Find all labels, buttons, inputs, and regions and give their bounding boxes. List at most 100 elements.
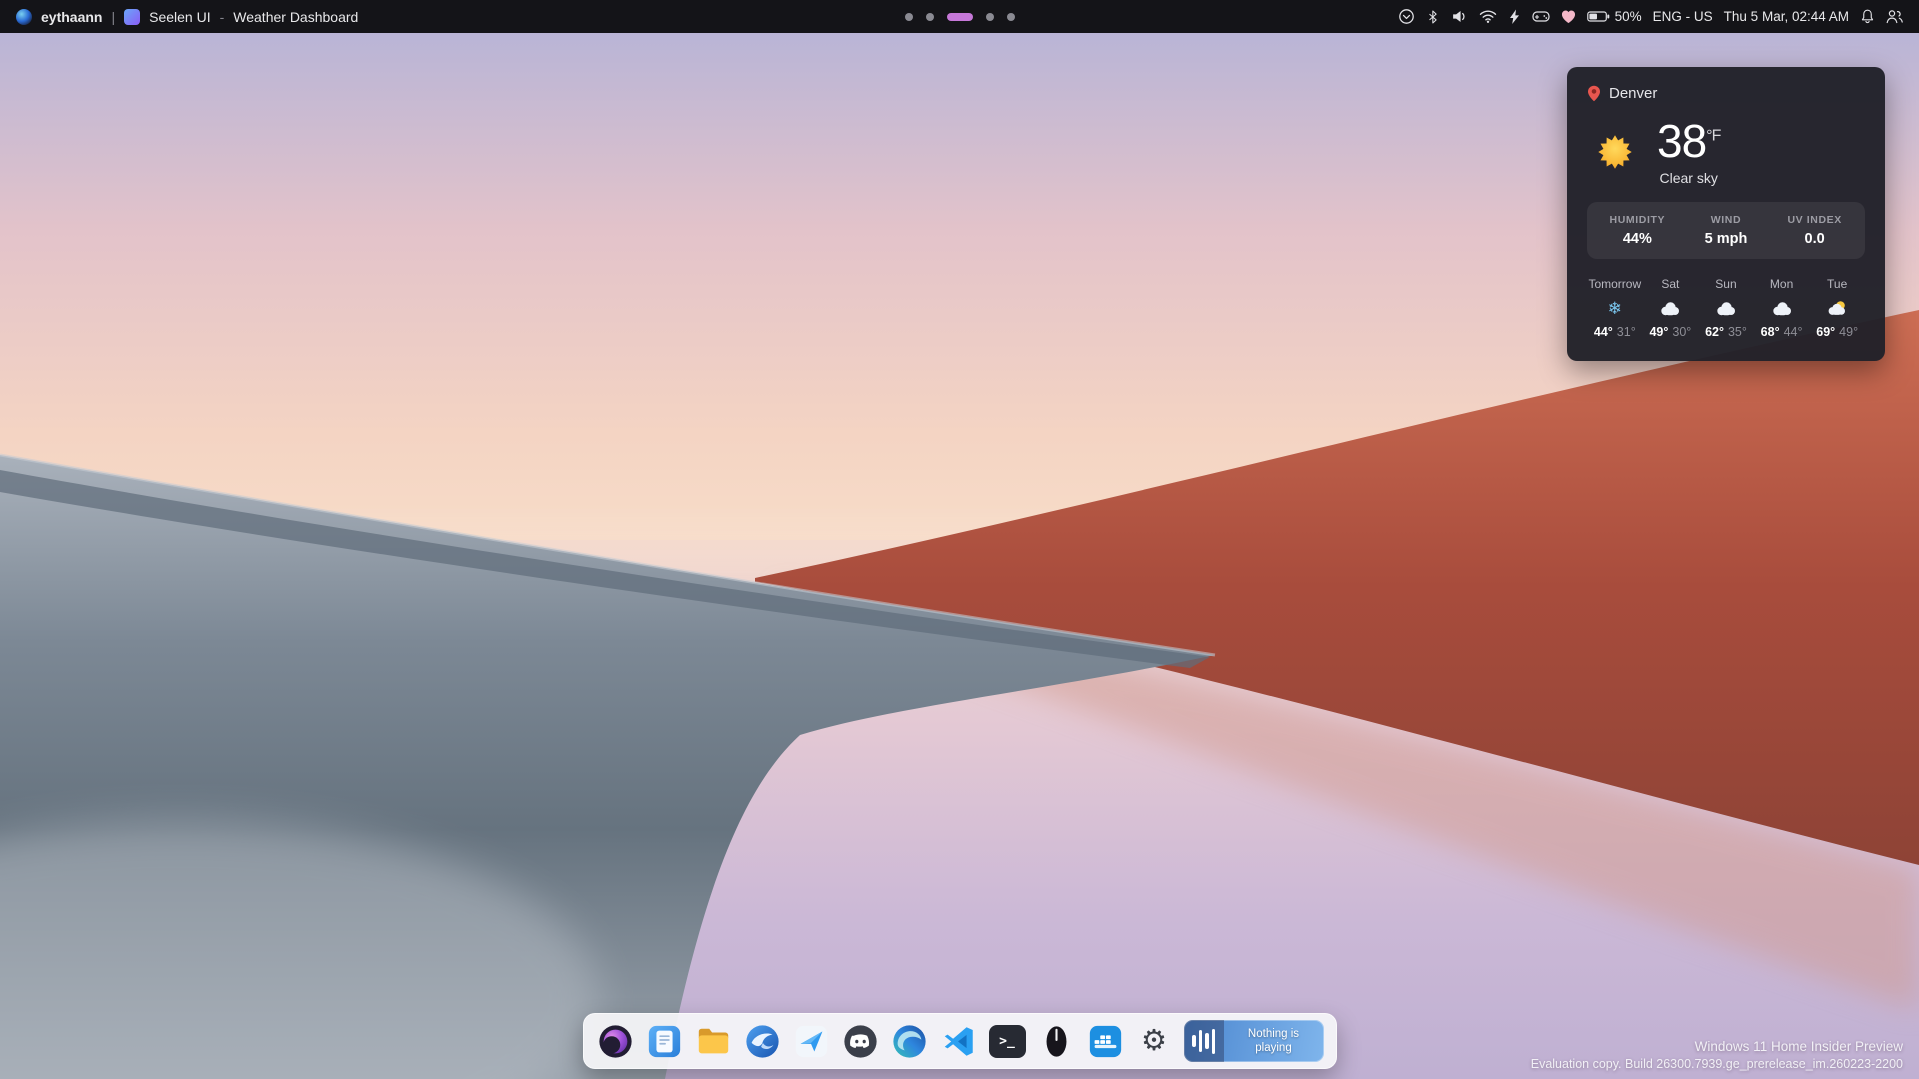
docker-icon[interactable]	[1086, 1022, 1125, 1061]
bluetooth-icon[interactable]	[1426, 9, 1440, 25]
oval-app-icon[interactable]	[1037, 1022, 1076, 1061]
forecast-day: Tomorrow ❄ 44° 31°	[1587, 277, 1643, 339]
workspace-dot-active[interactable]	[947, 13, 973, 21]
stat-uv-index: UV INDEX 0.0	[1780, 214, 1850, 247]
stat-label: HUMIDITY	[1602, 214, 1672, 226]
update-icon[interactable]	[1398, 8, 1415, 25]
forecast-high: 49°	[1649, 325, 1668, 339]
media-status-line2: playing	[1255, 1041, 1291, 1055]
dock: >_ ⚙ Nothing is playing	[583, 1013, 1337, 1069]
media-status-text: Nothing is playing	[1224, 1020, 1324, 1062]
notifications-bell-icon[interactable]	[1860, 8, 1875, 25]
desktop: eythaann | Seelen UI - Weather Dashboard	[0, 0, 1919, 1079]
temperature-block: 38°F Clear sky	[1657, 118, 1720, 186]
stat-label: UV INDEX	[1780, 214, 1850, 226]
workspace-dot[interactable]	[986, 13, 994, 21]
forecast-day-label: Tomorrow	[1588, 277, 1641, 291]
weather-location-row: Denver	[1587, 85, 1865, 102]
stat-value: 44%	[1602, 231, 1672, 247]
forecast-high: 62°	[1705, 325, 1724, 339]
forecast-row: Tomorrow ❄ 44°31° Sat 49°30° Sun 62°35° …	[1587, 277, 1865, 339]
heart-icon[interactable]	[1561, 10, 1576, 24]
condition-label: Clear sky	[1659, 170, 1717, 186]
discord-icon[interactable]	[841, 1022, 880, 1061]
vscode-icon[interactable]	[939, 1022, 978, 1061]
windows-watermark: Windows 11 Home Insider Preview Evaluati…	[1531, 1038, 1903, 1073]
cloud-icon	[1715, 298, 1737, 318]
watermark-build: Evaluation copy. Build 26300.7939.ge_pre…	[1531, 1056, 1903, 1073]
settings-icon[interactable]: ⚙	[1135, 1022, 1174, 1061]
terminal-icon[interactable]: >_	[988, 1022, 1027, 1061]
gear-glyph: ⚙	[1141, 1027, 1167, 1056]
snowflake-icon: ❄	[1608, 300, 1622, 317]
app-name-label[interactable]: Seelen UI	[149, 9, 210, 25]
cloud-icon	[1659, 298, 1681, 318]
forecast-day-label: Sun	[1715, 277, 1736, 291]
terminal-prompt-glyph: >_	[999, 1034, 1015, 1049]
equalizer-icon	[1184, 1020, 1224, 1062]
forecast-day-label: Sat	[1661, 277, 1679, 291]
forecast-day: Sat 49° 30°	[1643, 277, 1699, 339]
energy-icon[interactable]	[1508, 9, 1521, 25]
location-pin-icon	[1587, 85, 1601, 102]
battery-indicator[interactable]: 50%	[1587, 9, 1642, 24]
volume-icon[interactable]	[1451, 8, 1468, 25]
window-title-label[interactable]: Weather Dashboard	[233, 9, 358, 25]
forecast-day-label: Tue	[1827, 277, 1847, 291]
language-selector[interactable]: ENG - US	[1653, 9, 1713, 24]
gamepad-icon[interactable]	[1532, 10, 1550, 23]
notes-app-icon[interactable]	[645, 1022, 684, 1061]
media-player-widget[interactable]: Nothing is playing	[1184, 1020, 1324, 1062]
weather-widget[interactable]: Denver 38°F Clear sky HUMIDITY 44%	[1567, 67, 1885, 361]
separator: -	[220, 9, 225, 25]
workspace-dot[interactable]	[1007, 13, 1015, 21]
workspace-dot[interactable]	[926, 13, 934, 21]
temperature-unit: °F	[1706, 128, 1720, 145]
media-status-line1: Nothing is	[1248, 1027, 1299, 1041]
forecast-day: Sun 62° 35°	[1698, 277, 1754, 339]
workspace-dot[interactable]	[905, 13, 913, 21]
forecast-day: Tue 69°49°	[1809, 277, 1865, 339]
watermark-edition: Windows 11 Home Insider Preview	[1531, 1038, 1903, 1056]
current-temperature: 38°F	[1657, 118, 1720, 164]
music-app-icon[interactable]	[596, 1022, 635, 1061]
battery-percent-label: 50%	[1615, 9, 1642, 24]
users-icon[interactable]	[1886, 9, 1903, 24]
forecast-day: Mon 68° 44°	[1754, 277, 1810, 339]
forecast-low: 30°	[1672, 325, 1691, 339]
thunderbird-icon[interactable]	[743, 1022, 782, 1061]
forecast-low: 35°	[1728, 325, 1747, 339]
forecast-day-label: Mon	[1770, 277, 1793, 291]
weather-stats: HUMIDITY 44% WIND 5 mph UV INDEX 0.0	[1587, 202, 1865, 259]
wifi-icon[interactable]	[1479, 9, 1497, 24]
topbar: eythaann | Seelen UI - Weather Dashboard	[0, 0, 1919, 33]
weather-location-label: Denver	[1609, 85, 1657, 102]
edge-browser-icon[interactable]	[890, 1022, 929, 1061]
battery-icon	[1587, 10, 1610, 23]
temperature-value: 38	[1657, 115, 1706, 167]
workspace-switcher	[905, 0, 1015, 33]
stat-value: 5 mph	[1691, 231, 1761, 247]
file-explorer-icon[interactable]	[694, 1022, 733, 1061]
seelen-logo-icon[interactable]	[16, 9, 32, 25]
forecast-high: 44°	[1594, 325, 1613, 339]
sun-icon	[1591, 128, 1639, 176]
clock[interactable]: Thu 5 Mar, 02:44 AM	[1724, 9, 1849, 24]
forecast-high: 68°	[1761, 325, 1780, 339]
weather-current: 38°F Clear sky	[1587, 118, 1865, 186]
separator: |	[111, 9, 115, 25]
stat-humidity: HUMIDITY 44%	[1602, 214, 1672, 247]
stat-wind: WIND 5 mph	[1691, 214, 1761, 247]
forecast-low: 44°	[1784, 325, 1803, 339]
forecast-high: 69°	[1816, 325, 1835, 339]
active-app-icon[interactable]	[124, 9, 140, 25]
topbar-left: eythaann | Seelen UI - Weather Dashboard	[16, 9, 358, 25]
stat-value: 0.0	[1780, 231, 1850, 247]
stat-label: WIND	[1691, 214, 1761, 226]
cloud-icon	[1771, 298, 1793, 318]
maps-app-icon[interactable]	[792, 1022, 831, 1061]
topbar-tray: 50% ENG - US Thu 5 Mar, 02:44 AM	[1398, 8, 1903, 25]
forecast-low: 31°	[1617, 325, 1636, 339]
partly-sunny-icon	[1826, 298, 1848, 318]
username-label: eythaann	[41, 9, 102, 25]
